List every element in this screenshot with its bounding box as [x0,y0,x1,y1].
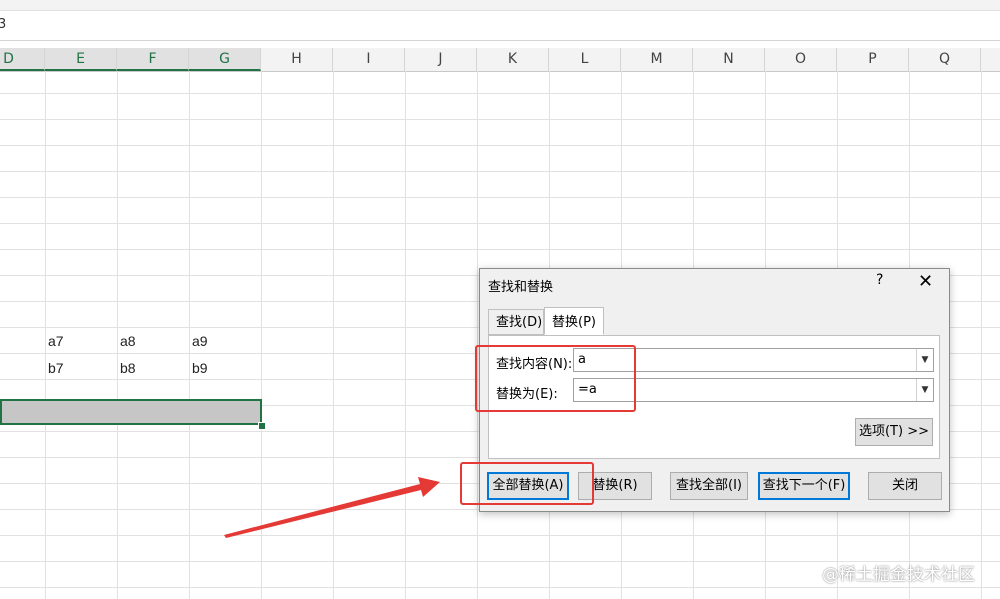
grid-row-line [0,145,1000,146]
cell-f-a[interactable]: a8 [120,333,136,349]
tab-find[interactable]: 查找(D) [488,309,544,335]
grid-row-line [0,249,1000,250]
grid-column-line [405,71,406,599]
close-button[interactable]: 关闭 [868,472,942,500]
cell-e-b[interactable]: b7 [48,360,64,376]
grid-row-line [0,171,1000,172]
ribbon-edge [0,0,1000,11]
highlight-box-inputs [475,345,636,412]
grid-column-line [261,71,262,599]
options-button[interactable]: 选项(T) >> [855,418,933,446]
column-header-i[interactable]: I [333,48,405,71]
grid-row-line [0,197,1000,198]
cell-g-a[interactable]: a9 [192,333,208,349]
find-next-button[interactable]: 查找下一个(F) [758,472,850,500]
column-header-d[interactable]: D [0,48,45,71]
formula-bar-text[interactable]: 3 [0,17,6,32]
find-all-button[interactable]: 查找全部(I) [670,472,748,500]
grid-row-line [0,223,1000,224]
column-header-m[interactable]: M [621,48,693,71]
grid-column-line [117,71,118,599]
fill-handle[interactable] [258,422,266,430]
close-icon[interactable]: ✕ [918,271,933,292]
grid-row-line [0,93,1000,94]
tab-replace[interactable]: 替换(P) [544,307,604,335]
column-header-p[interactable]: P [837,48,909,71]
grid-column-line [981,71,982,599]
chevron-down-icon[interactable]: ▼ [916,349,933,371]
column-header-q[interactable]: Q [909,48,981,71]
column-header-f[interactable]: F [117,48,189,71]
column-header-j[interactable]: J [405,48,477,71]
column-header-n[interactable]: N [693,48,765,71]
chevron-down-icon[interactable]: ▼ [916,379,933,401]
help-icon[interactable]: ? [876,272,883,288]
grid-row-line [0,587,1000,588]
grid-column-line [45,71,46,599]
column-headers: DEFGHIJKLMNOPQ [0,48,1000,72]
grid-column-line [333,71,334,599]
column-header-o[interactable]: O [765,48,837,71]
highlight-box-replace-all [460,462,594,505]
dialog-title: 查找和替换 [488,280,554,295]
cell-f-b[interactable]: b8 [120,360,136,376]
grid-row-line [0,535,1000,536]
grid-column-line [189,71,190,599]
grid-column-line [477,71,478,599]
column-header-h[interactable]: H [261,48,333,71]
column-header-e[interactable]: E [45,48,117,71]
formula-bar: 3 [0,0,1000,41]
column-header-l[interactable]: L [549,48,621,71]
selected-row-range[interactable] [0,399,262,425]
column-header-k[interactable]: K [477,48,549,71]
grid-row-line [0,119,1000,120]
column-header-g[interactable]: G [189,48,261,71]
cell-e-a[interactable]: a7 [48,333,64,349]
watermark: @稀土掘金技术社区 [822,565,975,585]
cell-g-b[interactable]: b9 [192,360,208,376]
